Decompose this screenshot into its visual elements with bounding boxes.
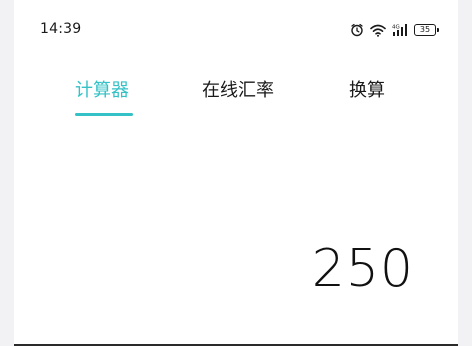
tab-calculator[interactable]: 计算器: [75, 76, 129, 102]
active-tab-indicator: [75, 113, 133, 116]
app-screen: 14:39 4G 35 计算器 在线汇率 换算 250: [14, 0, 458, 346]
status-icons: 4G 35: [350, 21, 439, 39]
calculator-display: 250: [311, 239, 414, 299]
alarm-icon: [350, 23, 364, 37]
wifi-icon: [370, 24, 386, 37]
status-time: 14:39: [40, 21, 82, 37]
network-type-label: 4G: [392, 25, 400, 31]
tab-unit-conversion[interactable]: 换算: [349, 76, 385, 102]
battery-level: 35: [419, 25, 431, 34]
tab-bar: 计算器 在线汇率 换算: [14, 72, 458, 120]
status-bar: 14:39 4G 35: [14, 0, 458, 60]
battery-icon: 35: [414, 24, 439, 36]
signal-4g-icon: 4G: [392, 23, 408, 37]
tab-online-exchange-rate[interactable]: 在线汇率: [202, 76, 274, 102]
